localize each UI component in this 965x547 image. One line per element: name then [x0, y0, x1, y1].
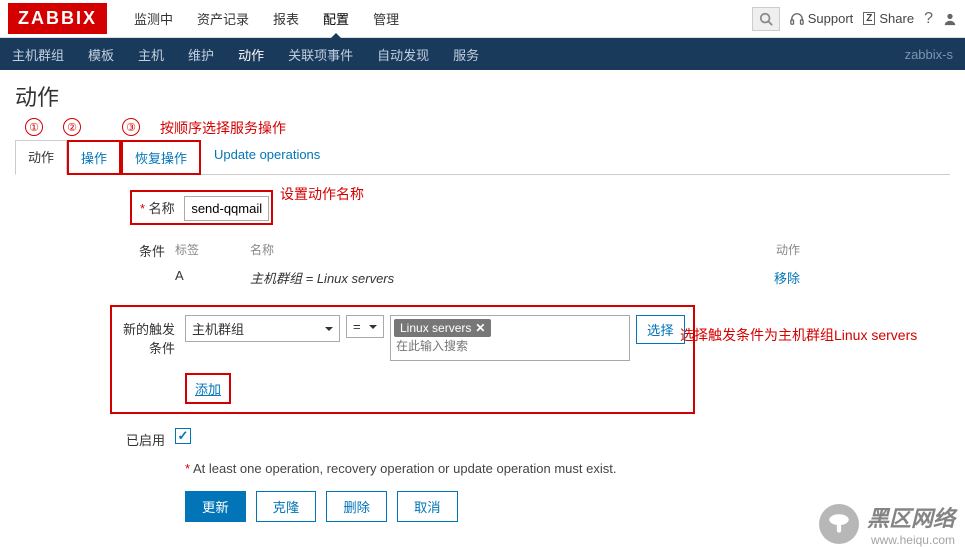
sub-maintenance[interactable]: 维护 [176, 37, 226, 72]
sub-discovery[interactable]: 自动发现 [365, 37, 441, 72]
update-button[interactable]: 更新 [185, 491, 246, 522]
annotation-set-name: 设置动作名称 [280, 184, 364, 204]
logo[interactable]: ZABBIX [8, 3, 107, 34]
hostgroup-tag-area[interactable]: Linux servers ✕ [390, 315, 630, 361]
support-label: Support [808, 11, 854, 26]
tab-operations[interactable]: 操作 [67, 140, 121, 175]
help-icon: ? [924, 10, 933, 28]
chevron-down-icon [369, 325, 377, 333]
watermark-icon [819, 504, 859, 544]
cond-head-action: 动作 [776, 241, 800, 258]
sub-actions[interactable]: 动作 [226, 37, 276, 72]
server-name: zabbix-s [893, 39, 965, 70]
enabled-label: 已启用 [15, 426, 175, 449]
sub-hosts[interactable]: 主机 [126, 37, 176, 72]
hostgroup-tag: Linux servers ✕ [394, 319, 491, 337]
top-menu: 监测中 资产记录 报表 配置 管理 [122, 0, 752, 38]
clone-button[interactable]: 克隆 [256, 491, 317, 522]
chevron-down-icon [325, 327, 333, 335]
annotation-order: 按顺序选择服务操作 [160, 118, 286, 138]
cancel-button[interactable]: 取消 [397, 491, 458, 522]
tab-update-ops[interactable]: Update operations [201, 140, 333, 175]
user-icon [943, 12, 957, 26]
tag-search-input[interactable] [394, 337, 626, 355]
search-button[interactable] [752, 7, 780, 31]
sub-templates[interactable]: 模板 [76, 37, 126, 72]
cond-label-a: A [175, 268, 250, 287]
delete-button[interactable]: 删除 [326, 491, 387, 522]
search-icon [759, 12, 773, 26]
page-title: 动作 [15, 80, 950, 112]
select-button[interactable]: 选择 [636, 315, 685, 344]
top-right: Support Z Share ? [752, 7, 957, 31]
share-label: Share [879, 11, 914, 26]
operator-select[interactable]: = [346, 315, 384, 338]
share-link[interactable]: Z Share [863, 11, 914, 26]
new-trigger-highlight-box: 新的触发条件 主机群组 = Linux servers [110, 305, 695, 414]
menu-inventory[interactable]: 资产记录 [185, 0, 261, 38]
watermark-url: www.heiqu.com [867, 533, 955, 547]
sub-services[interactable]: 服务 [441, 37, 491, 72]
menu-monitoring[interactable]: 监测中 [122, 0, 185, 38]
annotation-circle-1: ① [25, 118, 43, 136]
tab-action[interactable]: 动作 [15, 140, 67, 175]
help-link[interactable]: ? [924, 10, 933, 28]
name-input[interactable] [184, 196, 269, 221]
support-link[interactable]: Support [790, 11, 854, 26]
menu-administration[interactable]: 管理 [361, 0, 411, 38]
cond-head-name: 名称 [250, 241, 776, 258]
tab-recovery[interactable]: 恢复操作 [121, 140, 201, 175]
z-icon: Z [863, 12, 875, 25]
headphones-icon [790, 12, 804, 26]
add-condition-link[interactable]: 添加 [187, 375, 229, 402]
user-link[interactable] [943, 12, 957, 26]
conditions-table: 标签 名称 动作 A 主机群组 = Linux servers 移除 [175, 237, 800, 293]
annotation-circle-3: ③ [122, 118, 140, 136]
menu-reports[interactable]: 报表 [261, 0, 311, 38]
tabs: 动作 操作 恢复操作 Update operations [15, 140, 950, 175]
remove-tag-icon[interactable]: ✕ [475, 321, 485, 335]
name-label: * 名称 [134, 194, 181, 221]
name-highlight-box: * 名称 [130, 190, 273, 225]
warning-text: * At least one operation, recovery opera… [185, 461, 950, 476]
annotation-circle-2: ② [63, 118, 81, 136]
sub-host-groups[interactable]: 主机群组 [0, 37, 76, 72]
remove-condition-link[interactable]: 移除 [774, 268, 800, 287]
sub-correlation[interactable]: 关联项事件 [276, 37, 365, 72]
menu-configuration[interactable]: 配置 [311, 0, 361, 38]
cond-head-label: 标签 [175, 241, 250, 258]
condition-type-select[interactable]: 主机群组 [185, 315, 340, 342]
conditions-label: 条件 [15, 237, 175, 260]
trigger-label: 新的触发条件 [120, 315, 185, 404]
watermark: 黑区网络 www.heiqu.com [819, 501, 955, 547]
add-highlight-box: 添加 [185, 373, 231, 404]
cond-name: 主机群组 = Linux servers [250, 268, 774, 287]
watermark-title: 黑区网络 [867, 501, 955, 533]
condition-row: A 主机群组 = Linux servers 移除 [175, 262, 800, 293]
annotation-choose-trigger: 选择触发条件为主机群组Linux servers [680, 325, 917, 345]
enabled-checkbox[interactable] [175, 428, 191, 444]
